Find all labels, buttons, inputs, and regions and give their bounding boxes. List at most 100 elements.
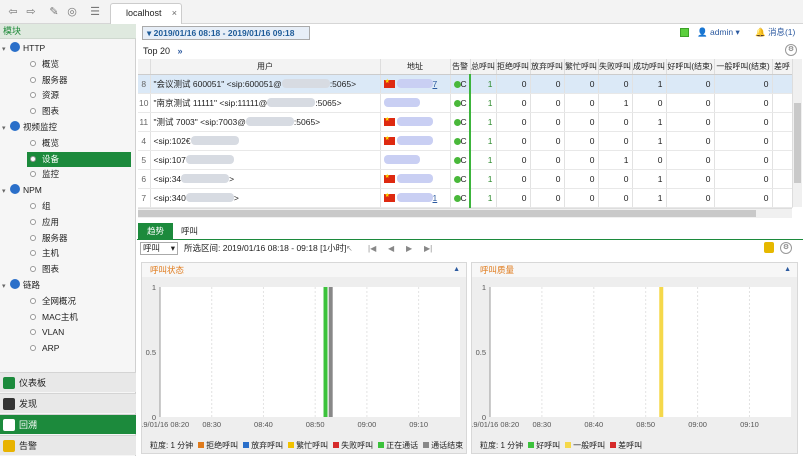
forward-icon[interactable]: ⇨ (24, 6, 38, 18)
legend-label[interactable]: 通话结束 (431, 441, 463, 450)
legend-label[interactable]: 差呼叫 (618, 441, 642, 450)
legend-label[interactable]: 好呼叫 (536, 441, 560, 450)
tree-item[interactable]: 服务器 (27, 231, 131, 246)
address-cell[interactable]: 7 (380, 74, 451, 94)
tree-item[interactable]: 资源 (27, 88, 131, 103)
column-header[interactable] (138, 59, 151, 75)
column-header[interactable]: 拒绝呼叫 (496, 59, 531, 75)
tab-trend[interactable]: 趋势 (138, 223, 174, 239)
legend-label[interactable]: 失败呼叫 (341, 441, 373, 450)
table-row[interactable]: 7<sip:340>1C10000100 (138, 188, 793, 208)
tree-item[interactable]: VLAN (27, 325, 131, 340)
count-cell: 0 (598, 131, 633, 151)
legend-label[interactable]: 放弃呼叫 (251, 441, 283, 450)
tree-item[interactable]: 概览 (27, 136, 131, 151)
tree-item[interactable]: 服务器 (27, 73, 131, 88)
tree-item[interactable]: 应用 (27, 215, 131, 230)
table-row[interactable]: 10 "南京测试 11111" <sip:11111@:5065> C 1 0 0 0 1 0 0… (138, 93, 793, 113)
column-header[interactable]: 总呼叫 (470, 59, 497, 75)
globe-icon[interactable]: ◎ (65, 6, 79, 18)
bar-通话结束[interactable] (328, 287, 333, 417)
collapse-toggle-icon[interactable]: ▾ (2, 279, 10, 294)
column-header[interactable]: 放弃呼叫 (530, 59, 565, 75)
last-icon[interactable]: ▶| (424, 243, 432, 254)
address-cell[interactable] (380, 112, 451, 132)
menu-icon[interactable]: ☰ (88, 6, 102, 18)
legend-label[interactable]: 一般呼叫 (573, 441, 605, 450)
address-link[interactable]: 1 (433, 193, 438, 203)
nav-rewind[interactable]: 回溯 (0, 414, 136, 434)
address-cell[interactable]: 1 (380, 188, 451, 208)
nav-alert[interactable]: 告警 (0, 435, 136, 455)
user-menu[interactable]: 👤 admin ▾ (697, 26, 740, 38)
date-range-selector[interactable]: ▾ 2019/01/16 08:18 - 2019/01/16 09:18 (142, 26, 310, 40)
tree-item[interactable]: 图表 (27, 262, 131, 277)
tree-item[interactable]: 主机 (27, 246, 131, 261)
scrollbar-thumb[interactable] (138, 210, 756, 217)
tree-category[interactable]: ▾ 链路 (2, 278, 134, 293)
tree-label: 链路 (23, 280, 41, 290)
vertical-scrollbar[interactable] (792, 59, 802, 207)
metric-select[interactable]: 呼叫 ▾ (140, 242, 178, 255)
nav-discover[interactable]: 发现 (0, 393, 136, 413)
tree-item[interactable]: 概览 (27, 57, 131, 72)
collapse-toggle-icon[interactable]: ▾ (2, 121, 10, 136)
settings-icon[interactable]: ⚙ (780, 242, 792, 254)
table-row[interactable]: 8"会议测试 600051" <sip:600051@:5065>7C10000… (138, 74, 793, 94)
nav-label: 回溯 (19, 420, 38, 430)
address-cell[interactable] (380, 131, 451, 151)
close-icon[interactable]: × (172, 4, 177, 22)
scrollbar-thumb[interactable] (794, 103, 801, 183)
collapse-icon[interactable]: ▲ (453, 263, 460, 277)
expand-icon[interactable]: » (178, 46, 183, 56)
tree-item[interactable]: 图表 (27, 104, 131, 119)
nav-dashboard[interactable]: 仪表板 (0, 372, 136, 392)
column-header[interactable]: 差呼 (772, 59, 793, 75)
messages-link[interactable]: 🔔 消息(1) (755, 26, 795, 38)
column-header[interactable]: 地址 (380, 59, 451, 75)
bar-正在通话[interactable] (323, 287, 328, 417)
legend-label[interactable]: 正在通话 (386, 441, 418, 450)
legend-label[interactable]: 拒绝呼叫 (206, 441, 238, 450)
tree-item[interactable]: 组 (27, 199, 131, 214)
prev-icon[interactable]: ◀ (388, 243, 394, 254)
browser-tab[interactable]: localhost × (110, 3, 182, 24)
zoom-out-icon[interactable]: ↖ (346, 243, 353, 254)
tree-category[interactable]: ▾ NPM (2, 183, 134, 198)
address-cell[interactable] (380, 150, 451, 170)
tree-category[interactable]: ▾ 视频监控 (2, 120, 134, 135)
table-row[interactable]: 11"测试 7003" <sip:7003@:5065>C10000100 (138, 112, 793, 132)
tree-item[interactable]: 监控 (27, 167, 131, 182)
column-header[interactable]: 用户 (150, 59, 381, 75)
tree-item[interactable]: 设备 (27, 151, 131, 167)
address-cell[interactable] (380, 169, 451, 189)
column-header[interactable]: 成功呼叫 (632, 59, 667, 75)
back-icon[interactable]: ⇦ (6, 6, 20, 18)
next-icon[interactable]: ▶ (406, 243, 412, 254)
settings-icon[interactable]: ⚙ (785, 44, 797, 56)
lock-icon[interactable] (764, 242, 774, 253)
column-header[interactable]: 一般呼叫(结束) (714, 59, 773, 75)
table-row[interactable]: 6<sip:34>C10000100 (138, 169, 793, 189)
table-row[interactable]: 4<sip:102€C10000100 (138, 131, 793, 151)
address-cell[interactable] (380, 93, 451, 113)
tree-category[interactable]: ▾ HTTP (2, 41, 134, 56)
legend-label[interactable]: 繁忙呼叫 (296, 441, 328, 450)
tree-item[interactable]: ARP (27, 341, 131, 356)
horizontal-scrollbar[interactable] (138, 208, 792, 218)
tree-item[interactable]: 全网概况 (27, 294, 131, 309)
tree-item[interactable]: MAC主机 (27, 310, 131, 325)
column-header[interactable]: 告警 (450, 59, 471, 75)
tab-calls[interactable]: 呼叫 (172, 223, 207, 239)
pen-icon[interactable]: ✎ (47, 6, 61, 18)
collapse-icon[interactable]: ▲ (784, 263, 791, 277)
first-icon[interactable]: |◀ (368, 243, 376, 254)
column-header[interactable]: 繁忙呼叫 (564, 59, 599, 75)
collapse-toggle-icon[interactable]: ▾ (2, 42, 10, 57)
column-header[interactable]: 好呼叫(结束) (666, 59, 715, 75)
collapse-toggle-icon[interactable]: ▾ (2, 184, 10, 199)
table-row[interactable]: 5 <sip:107 C 1 0 0 0 1 0 0 0 (138, 150, 793, 170)
column-header[interactable]: 失败呼叫 (598, 59, 633, 75)
address-link[interactable]: 7 (433, 79, 438, 89)
bar-一般呼叫[interactable] (659, 287, 664, 417)
